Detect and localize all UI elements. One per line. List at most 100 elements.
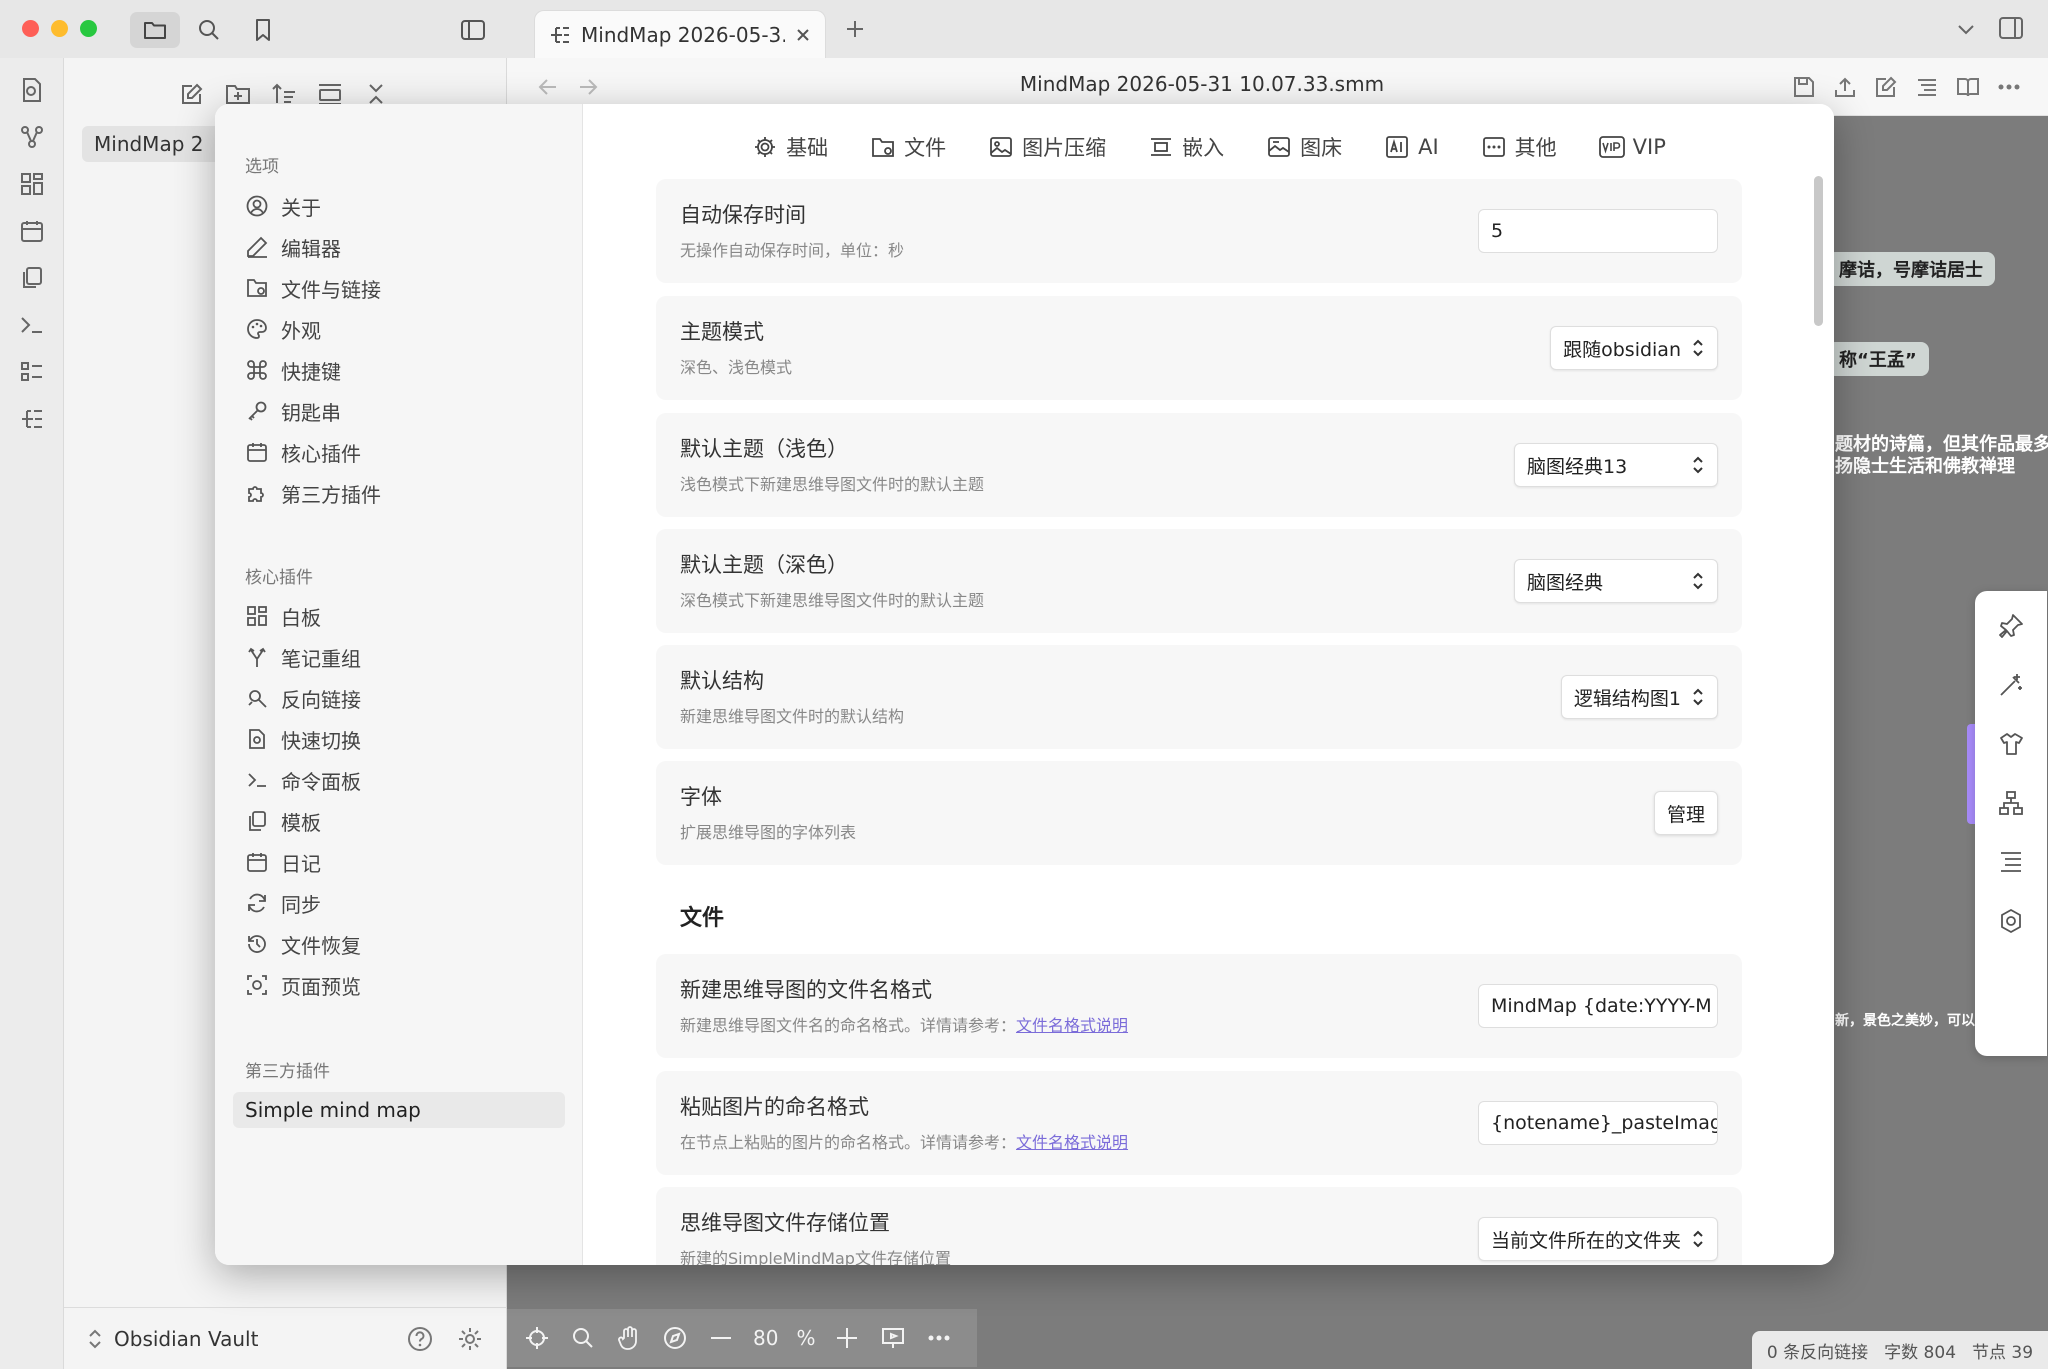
more-options-button[interactable] — [1994, 72, 2024, 102]
nav-item-note-composer[interactable]: 笔记重组 — [245, 639, 361, 675]
export-button[interactable] — [1830, 72, 1860, 102]
nav-item-canvas[interactable]: 白板 — [245, 598, 321, 634]
default-structure-select[interactable]: 逻辑结构图1 — [1560, 675, 1718, 719]
tab-basic[interactable]: 基础 — [752, 126, 828, 168]
nav-item-appearance[interactable]: 外观 — [245, 311, 321, 347]
close-window-button[interactable] — [22, 20, 39, 37]
hand-tool-button[interactable] — [615, 1324, 643, 1352]
new-tab-button[interactable] — [844, 18, 866, 40]
gear-icon[interactable] — [457, 1326, 483, 1352]
insert-template-button[interactable] — [16, 262, 48, 294]
help-icon[interactable] — [407, 1326, 433, 1352]
chevron-updown-icon — [1693, 339, 1703, 357]
open-canvas-button[interactable] — [16, 168, 48, 200]
paste-image-format-input[interactable]: {notename}_pasteImage — [1478, 1101, 1718, 1145]
mindmap-node-text[interactable]: 扬隐士生活和佛教禅理 — [1835, 456, 2015, 478]
settings-panel-button[interactable] — [1996, 906, 2026, 936]
tab-file[interactable]: 文件 — [870, 126, 946, 168]
paste-image-help-link[interactable]: 文件名格式说明 — [1016, 1133, 1128, 1152]
file-explorer-button[interactable] — [130, 12, 180, 48]
navigator-button[interactable] — [661, 1324, 689, 1352]
nav-item-core-plugins[interactable]: 核心插件 — [245, 434, 361, 470]
nav-item-page-preview[interactable]: 页面预览 — [245, 967, 361, 1003]
mindmap-side-toolbar — [1975, 591, 2047, 1056]
light-theme-select[interactable]: 脑图经典13 — [1514, 443, 1718, 487]
filename-format-input[interactable]: MindMap {date:YYYY-M — [1478, 984, 1718, 1028]
present-button[interactable] — [879, 1324, 907, 1352]
tab-ai[interactable]: AI — [1384, 126, 1439, 168]
edit-mode-button[interactable] — [1871, 72, 1901, 102]
new-note-button[interactable] — [174, 76, 210, 112]
nav-item-simple-mind-map[interactable]: Simple mind map — [233, 1092, 565, 1128]
zoom-window-button[interactable] — [80, 20, 97, 37]
mindmap-node-text[interactable]: 题材的诗篇，但其作品最多 — [1835, 434, 2048, 456]
sidebar-tab-handle[interactable] — [1967, 724, 1975, 824]
theme-button[interactable] — [1996, 729, 2026, 759]
nav-item-keychain[interactable]: 钥匙串 — [245, 393, 341, 429]
setting-row-theme-mode: 主题模式 深色、浅色模式 跟随obsidian — [656, 296, 1742, 400]
zoom-out-button[interactable] — [707, 1324, 735, 1352]
outline-panel-button[interactable] — [1996, 847, 2026, 877]
create-mindmap-button[interactable] — [16, 403, 48, 435]
search-icon — [199, 20, 219, 40]
vault-switcher[interactable]: Obsidian Vault — [64, 1307, 507, 1369]
dark-theme-select[interactable]: 脑图经典 — [1514, 559, 1718, 603]
tab-other[interactable]: 其他 — [1481, 126, 1557, 168]
zoom-in-button[interactable] — [833, 1324, 861, 1352]
open-graph-view-button[interactable] — [16, 121, 48, 153]
tab-image-compression[interactable]: 图片压缩 — [988, 126, 1106, 168]
search-node-button[interactable] — [569, 1324, 597, 1352]
search-button[interactable] — [184, 12, 234, 48]
nav-item-backlinks[interactable]: 反向链接 — [245, 680, 361, 716]
close-tab-icon[interactable] — [795, 27, 811, 43]
tab-list-button[interactable] — [1955, 18, 1977, 40]
tab-image-hosting[interactable]: 图床 — [1266, 126, 1342, 168]
base-style-button[interactable] — [1996, 670, 2026, 700]
compass-icon — [664, 1327, 686, 1349]
ai-icon — [1386, 136, 1408, 158]
mindmap-node[interactable]: 称“王孟” — [1827, 342, 1929, 376]
setting-desc: 新建思维导图文件名的命名格式。详情请参考：文件名格式说明 — [680, 1016, 1129, 1035]
manage-fonts-button[interactable]: 管理 — [1653, 791, 1718, 835]
outline-button[interactable] — [1912, 72, 1942, 102]
nav-item-command-palette[interactable]: 命令面板 — [245, 762, 361, 798]
nav-item-sync[interactable]: 同步 — [245, 885, 321, 921]
settings-scrollbar[interactable] — [1814, 176, 1823, 326]
open-daily-note-button[interactable] — [16, 215, 48, 247]
nav-item-editor[interactable]: 编辑器 — [245, 229, 341, 265]
theme-mode-select[interactable]: 跟随obsidian — [1550, 326, 1718, 370]
autosave-interval-input[interactable]: 5 — [1478, 209, 1718, 253]
setting-desc: 浅色模式下新建思维导图文件时的默认主题 — [680, 475, 985, 494]
nav-item-about[interactable]: 关于 — [245, 188, 321, 224]
open-quick-switcher-button[interactable] — [16, 74, 48, 106]
filename-format-help-link[interactable]: 文件名格式说明 — [1016, 1016, 1128, 1035]
open-list-button[interactable] — [16, 356, 48, 388]
nav-item-quick-switcher[interactable]: 快速切换 — [245, 721, 361, 757]
reading-view-button[interactable] — [1953, 72, 1983, 102]
nav-item-files-links[interactable]: 文件与链接 — [245, 270, 381, 306]
toggle-sidebar-button[interactable] — [448, 12, 498, 48]
mindmap-node[interactable]: 摩诘，号摩诘居士 — [1827, 252, 1995, 286]
locate-button[interactable] — [523, 1324, 551, 1352]
nav-item-hotkeys[interactable]: 快捷键 — [245, 352, 341, 388]
minimize-window-button[interactable] — [51, 20, 68, 37]
storage-location-select[interactable]: 当前文件所在的文件夹 — [1477, 1217, 1718, 1261]
tab-embed[interactable]: 嵌入 — [1148, 126, 1224, 168]
right-sidebar-toggle-button[interactable] — [1998, 16, 2024, 40]
nav-item-templates[interactable]: 模板 — [245, 803, 321, 839]
embed-icon — [1151, 138, 1172, 156]
node-style-button[interactable] — [1996, 611, 2026, 641]
open-command-palette-button[interactable] — [16, 309, 48, 341]
vault-name: Obsidian Vault — [114, 1326, 259, 1351]
tab-mindmap[interactable]: MindMap 2026-05-3... — [534, 10, 826, 58]
save-button[interactable] — [1789, 72, 1819, 102]
bookmarks-button[interactable] — [238, 12, 288, 48]
nav-item-file-recovery[interactable]: 文件恢复 — [245, 926, 361, 962]
word-count: 字数 804 — [1884, 1342, 1957, 1363]
tab-vip[interactable]: VIP — [1598, 126, 1666, 168]
nav-item-community-plugins[interactable]: 第三方插件 — [245, 475, 381, 511]
nav-item-daily-notes[interactable]: 日记 — [245, 844, 321, 880]
more-tools-button[interactable] — [925, 1324, 953, 1352]
structure-button[interactable] — [1996, 788, 2026, 818]
backlink-count[interactable]: 0 条反向链接 — [1767, 1338, 1868, 1363]
